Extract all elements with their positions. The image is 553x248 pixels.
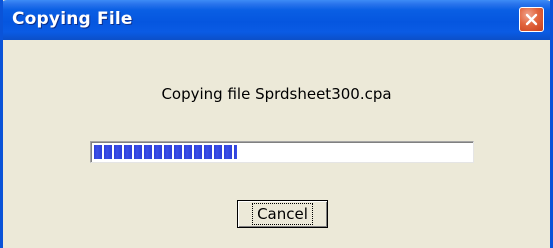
close-icon bbox=[525, 13, 538, 26]
cancel-button[interactable]: Cancel bbox=[237, 200, 328, 228]
progress-bar bbox=[90, 141, 474, 163]
progress-track bbox=[94, 145, 471, 159]
copy-status-message: Copying file Sprdsheet300.cpa bbox=[161, 85, 392, 103]
progress-fill bbox=[94, 145, 238, 159]
window-title: Copying File bbox=[12, 9, 133, 29]
title-bar[interactable]: Copying File bbox=[3, 0, 550, 40]
cancel-button-label: Cancel bbox=[252, 203, 313, 225]
close-button[interactable] bbox=[519, 7, 544, 32]
dialog-window: Copying File Copying file Sprdsheet300.c… bbox=[0, 0, 553, 248]
